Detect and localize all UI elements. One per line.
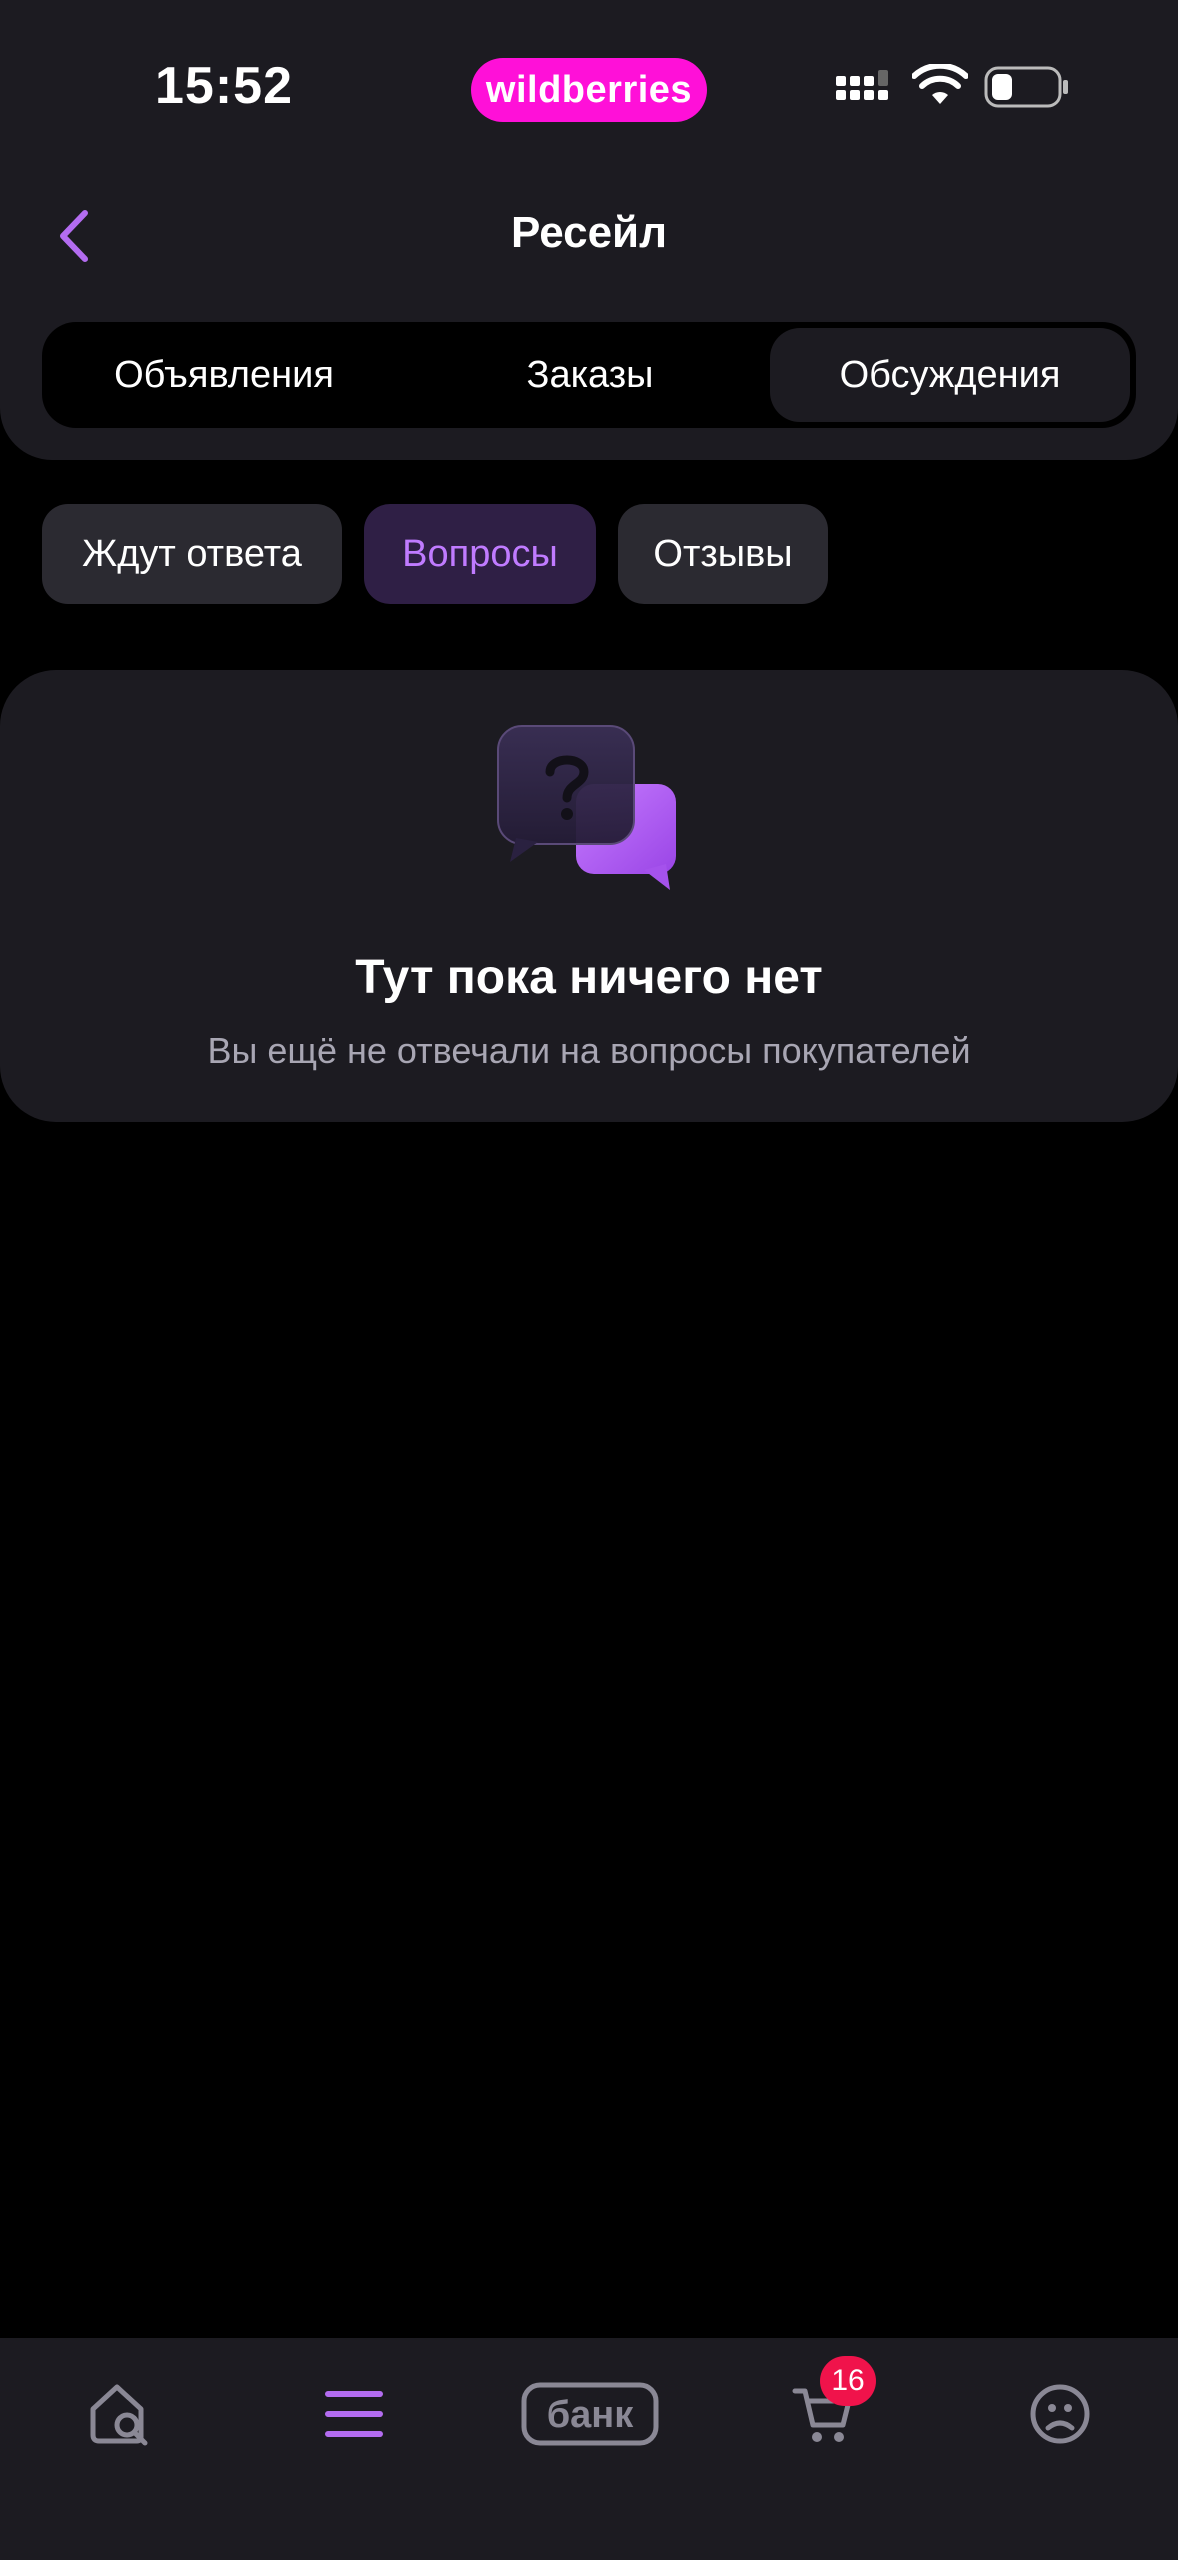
profile-icon xyxy=(1030,2384,1090,2444)
tab-catalog[interactable] xyxy=(294,2364,414,2464)
chat-question-icon xyxy=(497,725,676,890)
filter-awaiting-reply[interactable]: Ждут ответа xyxy=(42,504,342,604)
bank-label: банк xyxy=(547,2394,635,2436)
tab-profile[interactable] xyxy=(1000,2364,1120,2464)
empty-state-subtitle: Вы ещё не отвечали на вопросы покупателе… xyxy=(207,1030,971,1071)
tab-orders[interactable]: Заказы xyxy=(414,328,766,422)
filter-questions[interactable]: Вопросы xyxy=(364,504,596,604)
tab-bank[interactable]: банк xyxy=(510,2364,670,2464)
segmented-control: Объявления Заказы Обсуждения xyxy=(42,322,1136,428)
filter-reviews[interactable]: Отзывы xyxy=(618,504,828,604)
empty-state-title: Тут пока ничего нет xyxy=(355,951,823,1004)
cart-badge: 16 xyxy=(820,2356,876,2406)
page-title: Ресейл xyxy=(510,208,668,257)
tab-discussions[interactable]: Обсуждения xyxy=(770,328,1130,422)
tab-home[interactable] xyxy=(60,2364,180,2464)
wifi-icon xyxy=(912,64,968,104)
signal-icon xyxy=(836,70,888,100)
home-search-icon xyxy=(90,2384,148,2446)
status-time: 15:52 xyxy=(155,57,293,115)
brand-logo: wildberries xyxy=(471,58,707,122)
bank-icon: банк xyxy=(521,2382,659,2446)
battery-icon xyxy=(984,66,1068,108)
menu-icon xyxy=(325,2391,383,2437)
tab-listings[interactable]: Объявления xyxy=(48,328,400,422)
